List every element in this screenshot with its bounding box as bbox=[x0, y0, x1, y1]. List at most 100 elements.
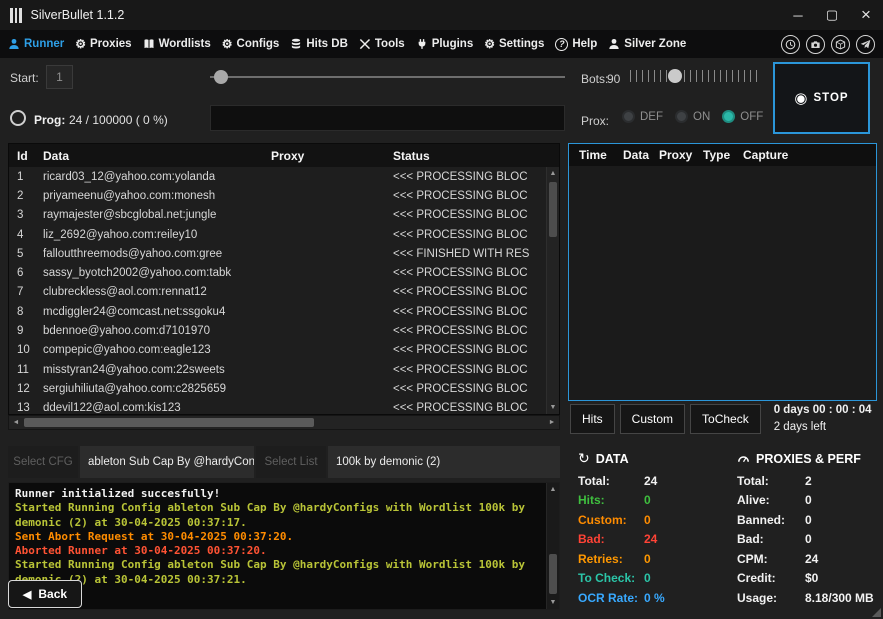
back-arrow-icon: ◀ bbox=[23, 588, 31, 601]
cell-status: <<< PROCESSING BLOC bbox=[393, 229, 546, 241]
stat-row: Hits: 0 bbox=[578, 491, 728, 511]
minimize-button[interactable]: ─ bbox=[781, 0, 815, 30]
tab-button[interactable]: Hits bbox=[570, 404, 615, 434]
results-tabs: Hits Custom ToCheck 0 days 00 : 00 : 04 … bbox=[570, 403, 877, 435]
tools-icon bbox=[359, 38, 371, 50]
proxies-stats-rows: Total: 2 Alive: 0 Banned: 0 Bad: bbox=[737, 471, 877, 608]
telegram-icon[interactable] bbox=[856, 35, 875, 54]
slider-thumb[interactable] bbox=[214, 70, 228, 84]
stat-label: OCR Rate: bbox=[578, 591, 644, 605]
nav-item-plugins[interactable]: Plugins bbox=[416, 38, 474, 50]
table-row[interactable]: 6 sassy_byotch2002@yahoo.com:tabk <<< PR… bbox=[9, 263, 546, 282]
slider-thumb[interactable] bbox=[668, 69, 682, 83]
scroll-left-icon[interactable]: ◄ bbox=[9, 416, 23, 429]
cell-data: priyameenu@yahoo.com:monesh bbox=[43, 190, 271, 202]
scroll-down-icon[interactable]: ▼ bbox=[547, 596, 559, 609]
nav-item-configs[interactable]: ⚙ Configs bbox=[222, 38, 280, 50]
cell-data: raymajester@sbcglobal.net:jungle bbox=[43, 209, 271, 221]
maximize-button[interactable]: ▢ bbox=[815, 0, 849, 30]
database-icon bbox=[290, 38, 302, 50]
config-name-field[interactable]: ableton Sub Cap By @hardyCon bbox=[80, 446, 254, 478]
close-button[interactable]: × bbox=[849, 0, 883, 30]
table-row[interactable]: 10 compepic@yahoo.com:eagle123 <<< PROCE… bbox=[9, 341, 546, 360]
tab-button[interactable]: ToCheck bbox=[690, 404, 761, 434]
table-row[interactable]: 11 misstyran24@yahoo.com:22sweets <<< PR… bbox=[9, 360, 546, 379]
table-row[interactable]: 1 ricard03_12@yahoo.com:yolanda <<< PROC… bbox=[9, 167, 546, 186]
table-row[interactable]: 13 ddevil122@aol.com:kis123 <<< PROCESSI… bbox=[9, 399, 546, 414]
table-row[interactable]: 5 falloutthreemods@yahoo.com:gree <<< FI… bbox=[9, 244, 546, 263]
select-config-button[interactable]: Select CFG bbox=[8, 446, 78, 478]
proxy-mode-radios: DEF ON OFF bbox=[622, 110, 763, 123]
timer-block: 0 days 00 : 00 : 04 2 days left bbox=[774, 402, 872, 435]
nav-item-runner[interactable]: Runner bbox=[8, 38, 64, 50]
cell-data: compepic@yahoo.com:eagle123 bbox=[43, 344, 271, 356]
box-icon[interactable] bbox=[831, 35, 850, 54]
plug-icon bbox=[416, 38, 428, 50]
resize-grip[interactable] bbox=[872, 608, 881, 617]
cell-status: <<< PROCESSING BLOC bbox=[393, 325, 546, 337]
stop-button[interactable]: ◉ STOP bbox=[773, 62, 870, 134]
table-row[interactable]: 8 mcdiggler24@comcast.net:ssgoku4 <<< PR… bbox=[9, 302, 546, 321]
table-row[interactable]: 7 clubreckless@aol.com:rennat12 <<< PROC… bbox=[9, 283, 546, 302]
table-row[interactable]: 9 bdennoe@yahoo.com:d7101970 <<< PROCESS… bbox=[9, 321, 546, 340]
scroll-down-icon[interactable]: ▼ bbox=[547, 401, 559, 414]
nav-item-wordlists[interactable]: Wordlists bbox=[143, 38, 211, 50]
main-nav: Runner ⚙ Proxies Wordlists ⚙ Configs Hit… bbox=[0, 30, 883, 58]
log-line: Runner initialized succesfully! bbox=[15, 487, 543, 501]
grid-horizontal-scrollbar[interactable]: ◄ ► bbox=[8, 415, 560, 430]
stat-label: Hits: bbox=[578, 493, 644, 507]
grid-vertical-scrollbar[interactable]: ▲ ▼ bbox=[546, 167, 559, 414]
nav-item-settings[interactable]: ⚙ Settings bbox=[484, 38, 544, 50]
scroll-right-icon[interactable]: ► bbox=[545, 416, 559, 429]
cell-status: <<< PROCESSING BLOC bbox=[393, 267, 546, 279]
back-label: Back bbox=[38, 587, 67, 601]
proxy-mode-radio[interactable]: ON bbox=[675, 110, 710, 123]
proxy-mode-radio[interactable]: OFF bbox=[722, 110, 763, 123]
cell-data: sassy_byotch2002@yahoo.com:tabk bbox=[43, 267, 271, 279]
title-bar: SilverBullet 1.1.2 ─ ▢ × bbox=[0, 0, 883, 30]
book-icon bbox=[143, 38, 155, 50]
nav-item-proxies[interactable]: ⚙ Proxies bbox=[75, 38, 131, 50]
cell-data: ricard03_12@yahoo.com:yolanda bbox=[43, 171, 271, 183]
nav-item-hits-db[interactable]: Hits DB bbox=[290, 38, 348, 50]
tab-button[interactable]: Custom bbox=[620, 404, 685, 434]
column-header-capture: Capture bbox=[743, 148, 876, 162]
stat-row: Credit: $0 bbox=[737, 569, 877, 589]
stat-label: Total: bbox=[737, 474, 805, 488]
history-icon[interactable] bbox=[781, 35, 800, 54]
column-header-data: Data bbox=[43, 149, 271, 163]
window-controls: ─ ▢ × bbox=[781, 0, 883, 30]
scroll-up-icon[interactable]: ▲ bbox=[547, 167, 559, 180]
person-pin-icon bbox=[608, 38, 620, 50]
camera-icon[interactable] bbox=[806, 35, 825, 54]
stat-label: CPM: bbox=[737, 552, 805, 566]
nav-item-tools[interactable]: Tools bbox=[359, 38, 405, 50]
stat-value: 0 % bbox=[644, 591, 665, 605]
column-header-proxy: Proxy bbox=[271, 149, 393, 163]
select-list-button[interactable]: Select List bbox=[256, 446, 326, 478]
table-row[interactable]: 12 sergiuhiliuta@yahoo.com:c2825659 <<< … bbox=[9, 379, 546, 398]
nav-item-silver-zone[interactable]: Silver Zone bbox=[608, 38, 686, 50]
nav-item-help[interactable]: ? Help bbox=[555, 38, 597, 51]
log-vertical-scrollbar[interactable]: ▲ ▼ bbox=[546, 483, 559, 609]
proxy-mode-radio[interactable]: DEF bbox=[622, 110, 663, 123]
table-row[interactable]: 3 raymajester@sbcglobal.net:jungle <<< P… bbox=[9, 206, 546, 225]
start-slider[interactable] bbox=[210, 69, 565, 85]
stat-label: Credit: bbox=[737, 571, 805, 585]
bots-slider[interactable] bbox=[630, 65, 760, 87]
back-button[interactable]: ◀ Back bbox=[8, 580, 82, 608]
stop-icon: ◉ bbox=[794, 89, 807, 107]
scrollbar-thumb[interactable] bbox=[549, 554, 557, 594]
scrollbar-thumb[interactable] bbox=[24, 418, 314, 427]
hits-header: Time Data Proxy Type Capture bbox=[569, 144, 876, 166]
stat-value: 24 bbox=[805, 552, 818, 566]
table-row[interactable]: 4 liz_2692@yahoo.com:reiley10 <<< PROCES… bbox=[9, 225, 546, 244]
scrollbar-thumb[interactable] bbox=[549, 182, 557, 237]
gauge-icon bbox=[737, 452, 750, 465]
table-row[interactable]: 2 priyameenu@yahoo.com:monesh <<< PROCES… bbox=[9, 186, 546, 205]
cell-status: <<< PROCESSING BLOC bbox=[393, 402, 546, 414]
start-input[interactable] bbox=[46, 65, 73, 89]
cell-data: sergiuhiliuta@yahoo.com:c2825659 bbox=[43, 383, 271, 395]
scroll-up-icon[interactable]: ▲ bbox=[547, 483, 559, 496]
wordlist-name-field[interactable]: 100k by demonic (2) bbox=[328, 446, 560, 478]
